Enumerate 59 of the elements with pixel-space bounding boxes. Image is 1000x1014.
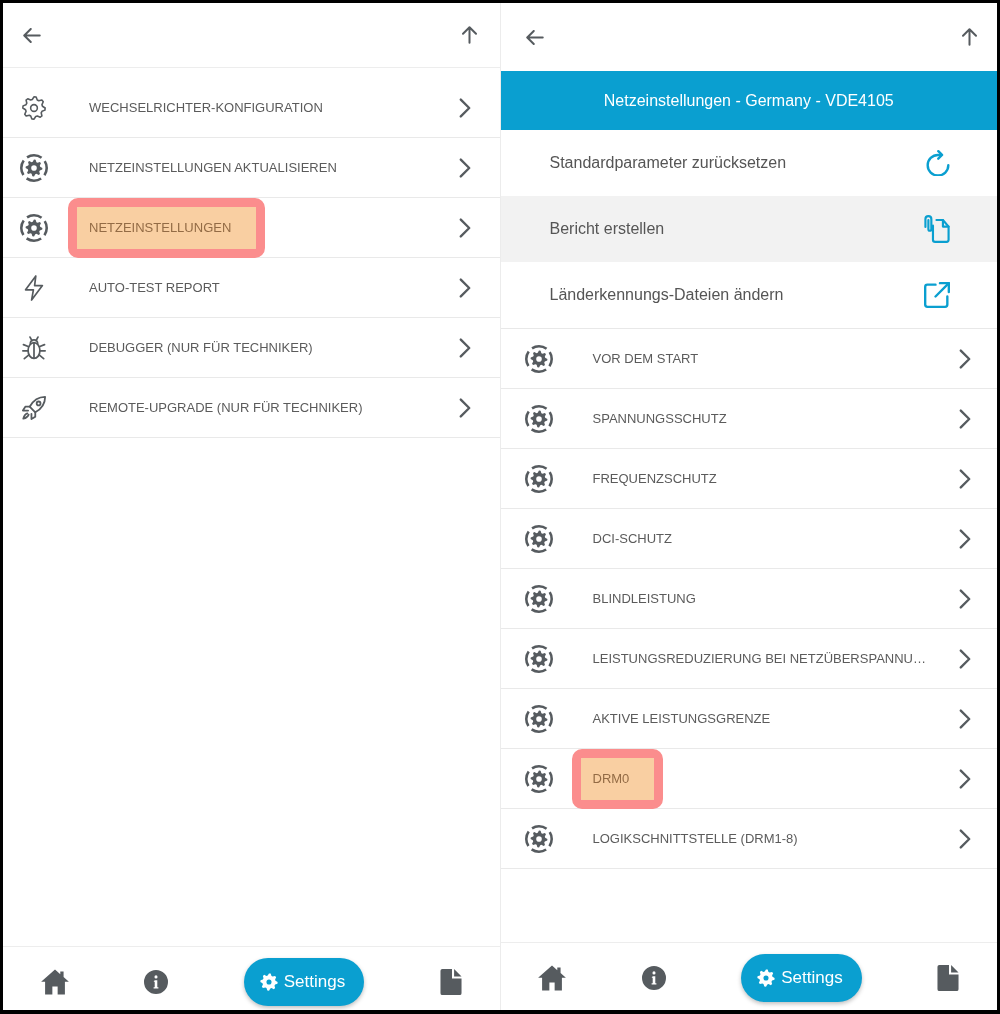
menu-item[interactable]: SPANNUNGSSCHUTZ bbox=[500, 389, 997, 449]
chevron-right-icon bbox=[959, 708, 971, 729]
refresh-icon bbox=[926, 150, 950, 176]
chevron-right-icon bbox=[458, 397, 471, 418]
info-icon[interactable] bbox=[641, 966, 666, 990]
gear-ring-icon bbox=[524, 824, 553, 853]
menu-item[interactable]: LOGIKSCHNITTSTELLE (DRM1-8) bbox=[500, 809, 997, 869]
menu-item[interactable]: BLINDLEISTUNG bbox=[500, 569, 997, 629]
up-arrow-icon[interactable] bbox=[461, 26, 477, 44]
chevron-right-icon bbox=[959, 588, 971, 609]
chevron-right-icon bbox=[458, 97, 471, 118]
back-arrow-icon[interactable] bbox=[525, 29, 544, 45]
menu-item[interactable]: FREQUENZSCHUTZ bbox=[500, 449, 997, 509]
gear-ring-icon bbox=[524, 584, 553, 613]
chevron-right-icon bbox=[959, 828, 971, 849]
gear-ring-icon bbox=[524, 464, 553, 493]
chevron-right-icon bbox=[458, 157, 471, 178]
menu-item[interactable]: DCI-SCHUTZ bbox=[500, 509, 997, 569]
gear-icon bbox=[259, 973, 278, 991]
info-icon[interactable] bbox=[144, 970, 169, 994]
gear-ring-icon bbox=[524, 404, 553, 433]
paperclip-document-icon bbox=[924, 215, 950, 243]
gear-icon bbox=[22, 95, 46, 120]
gear-ring-icon bbox=[524, 644, 553, 673]
chevron-right-icon bbox=[959, 468, 971, 489]
bug-icon bbox=[22, 334, 46, 361]
gear-icon bbox=[757, 969, 776, 987]
chevron-right-icon bbox=[959, 408, 971, 429]
chevron-right-icon bbox=[458, 217, 471, 238]
menu-item[interactable]: DEBUGGER (NUR FÜR TECHNIKER) bbox=[3, 318, 500, 378]
document-icon[interactable] bbox=[439, 969, 462, 995]
menu-item[interactable]: LEISTUNGSREDUZIERUNG BEI NETZÜBERSPANNU… bbox=[500, 629, 997, 689]
menu-item[interactable]: AUTO-TEST REPORT bbox=[3, 258, 500, 318]
gear-ring-icon bbox=[524, 704, 553, 733]
home-icon[interactable] bbox=[538, 965, 567, 991]
chevron-right-icon bbox=[959, 528, 971, 549]
back-arrow-icon[interactable] bbox=[23, 27, 41, 43]
external-link-icon bbox=[924, 282, 950, 308]
menu-item[interactable]: AKTIVE LEISTUNGSGRENZE bbox=[500, 689, 997, 749]
gear-ring-icon bbox=[20, 153, 48, 182]
chevron-right-icon bbox=[959, 768, 971, 789]
home-icon[interactable] bbox=[40, 969, 69, 995]
gear-ring-icon bbox=[524, 764, 553, 793]
chevron-right-icon bbox=[458, 277, 471, 298]
document-icon[interactable] bbox=[937, 965, 960, 991]
action-item[interactable]: Bericht erstellen bbox=[500, 196, 997, 262]
lightning-icon bbox=[24, 274, 44, 301]
gear-ring-icon bbox=[524, 524, 553, 553]
chevron-right-icon bbox=[959, 348, 971, 369]
gear-ring-icon bbox=[20, 213, 48, 242]
rocket-icon bbox=[22, 395, 46, 420]
chevron-right-icon bbox=[959, 648, 971, 669]
gear-ring-icon bbox=[524, 344, 553, 373]
menu-item[interactable]: REMOTE-UPGRADE (NUR FÜR TECHNIKER) bbox=[3, 378, 500, 438]
title-banner: Netzeinstellungen - Germany - VDE4105 bbox=[500, 71, 997, 130]
menu-item[interactable]: WECHSELRICHTER-KONFIGURATION bbox=[3, 78, 500, 138]
up-arrow-icon[interactable] bbox=[962, 28, 977, 46]
menu-item[interactable]: VOR DEM START bbox=[500, 329, 997, 389]
chevron-right-icon bbox=[458, 337, 471, 358]
